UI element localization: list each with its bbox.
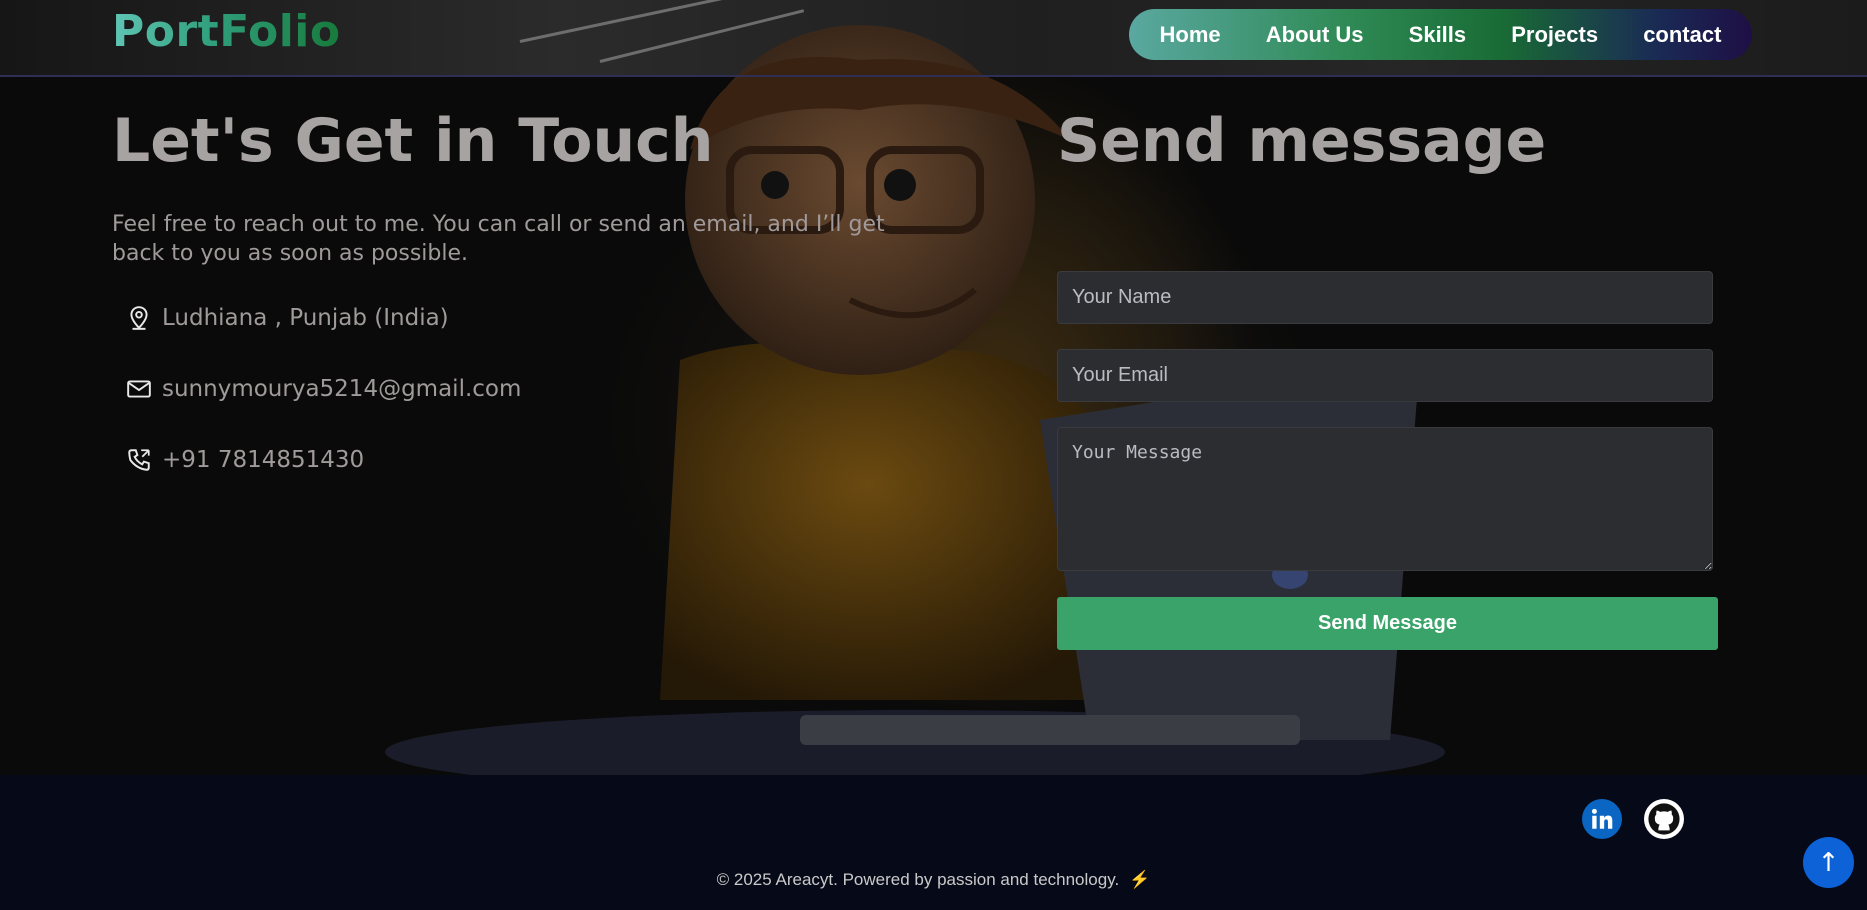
nav-link-contact[interactable]: contact — [1633, 22, 1731, 48]
location-pin-icon — [130, 306, 148, 330]
nav-link-skills[interactable]: Skills — [1399, 22, 1476, 48]
nav-link-home[interactable]: Home — [1150, 22, 1231, 48]
send-message-button[interactable]: Send Message — [1057, 597, 1718, 650]
phone-call-icon — [128, 449, 150, 471]
back-to-top-button[interactable]: ↑ — [1803, 837, 1854, 888]
phone-item: +91 7814851430 — [126, 447, 364, 473]
phone-text[interactable]: +91 7814851430 — [162, 447, 364, 473]
nav-link-projects[interactable]: Projects — [1501, 22, 1608, 48]
email-text[interactable]: sunnymourya5214@gmail.com — [162, 376, 521, 402]
header-divider — [0, 75, 1867, 77]
site-logo[interactable]: PortFolio — [112, 6, 341, 57]
copyright-line: © 2025 Areacyt. Powered by passion and t… — [0, 870, 1867, 890]
location-item: Ludhiana , Punjab (India) — [126, 305, 449, 331]
lightning-bolt-icon: ⚡ — [1129, 870, 1151, 889]
github-icon[interactable] — [1644, 799, 1684, 839]
message-textarea[interactable] — [1057, 427, 1713, 571]
contact-intro: Feel free to reach out to me. You can ca… — [112, 212, 885, 266]
name-input[interactable] — [1057, 271, 1713, 324]
linkedin-icon[interactable] — [1582, 799, 1622, 839]
nav-link-about-us[interactable]: About Us — [1256, 22, 1374, 48]
copyright-text: © 2025 Areacyt. Powered by passion and t… — [716, 870, 1120, 889]
contact-heading: Let's Get in Touch — [112, 106, 714, 176]
main-nav: Home About Us Skills Projects contact — [1129, 9, 1752, 60]
email-item: sunnymourya5214@gmail.com — [126, 376, 521, 402]
form-heading: Send message — [1057, 106, 1547, 176]
location-text: Ludhiana , Punjab (India) — [162, 305, 449, 331]
mail-icon — [127, 380, 151, 398]
email-input[interactable] — [1057, 349, 1713, 402]
